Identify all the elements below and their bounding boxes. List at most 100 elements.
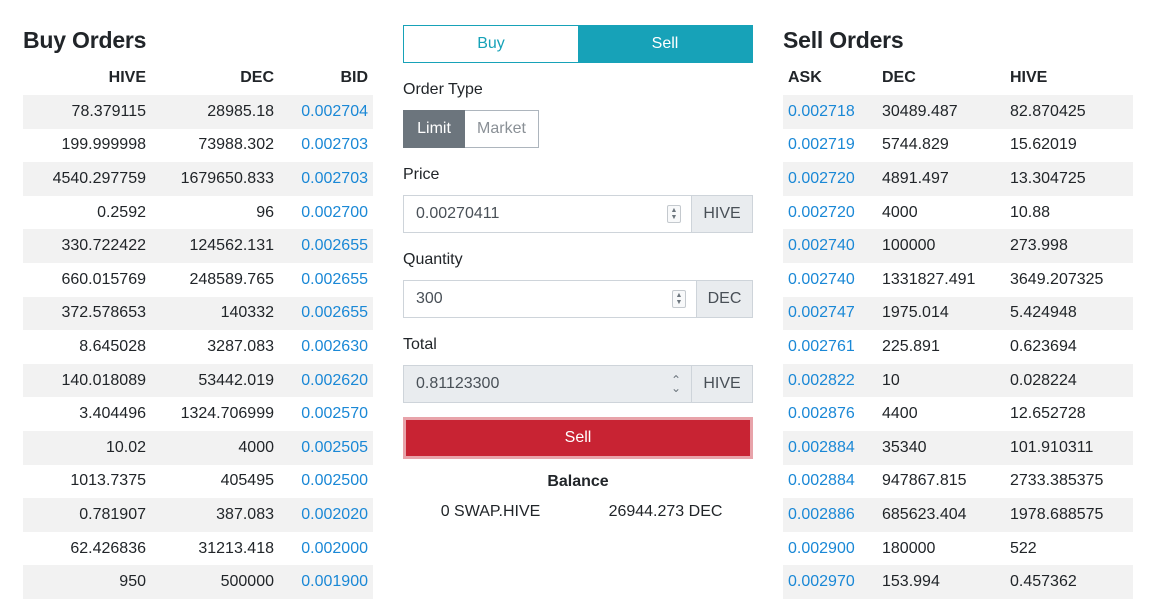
quantity-input[interactable]: 300 ▲ ▼	[403, 280, 696, 318]
price-link[interactable]: 0.002703	[279, 162, 373, 196]
price-link[interactable]: 0.002655	[279, 263, 373, 297]
table-row: 0.781907 387.083 0.002020	[23, 498, 373, 532]
limit-button[interactable]: Limit	[403, 110, 465, 148]
table-cell: 153.994	[877, 565, 1005, 599]
price-value: 0.00270411	[416, 205, 500, 222]
table-cell: 2733.385375	[1010, 472, 1104, 490]
price-link[interactable]: 0.002655	[279, 296, 373, 331]
price-unit: HIVE	[691, 195, 753, 233]
price-link[interactable]: 0.002704	[279, 95, 373, 129]
sell-orders-header-row: ASK DEC HIVE	[783, 61, 1133, 95]
table-row: 0.002822 10 0.028224	[783, 363, 1133, 398]
table-cell: 13.304725	[1005, 162, 1133, 196]
table-cell: 62.426836	[70, 539, 146, 557]
table-cell: 387.083	[151, 498, 279, 532]
spinner-icon: ⌃ ⌄	[670, 373, 681, 395]
balance-dec: 26944.273 DEC	[608, 503, 723, 520]
table-cell: 5744.829	[882, 136, 949, 154]
price-link[interactable]: 0.002747	[783, 296, 877, 331]
price-link[interactable]: 0.002720	[783, 196, 877, 230]
price-link[interactable]: 0.002505	[279, 430, 373, 465]
price-link[interactable]: 0.002970	[783, 565, 877, 599]
table-row: 0.002740 1331827.491 3649.207325	[783, 263, 1133, 297]
table-cell: 30489.487	[877, 95, 1005, 129]
order-type-label: Order Type	[403, 81, 483, 98]
total-unit: HIVE	[691, 365, 753, 403]
price-link[interactable]: 0.002884	[783, 465, 877, 499]
table-row: 0.002884 947867.815 2733.385375	[783, 465, 1133, 499]
table-row: 1013.7375 405495 0.002500	[23, 465, 373, 499]
order-type-toggle: Limit Market	[403, 110, 539, 148]
table-cell: 685623.404	[877, 498, 1005, 532]
table-cell: 947867.815	[882, 472, 967, 490]
table-cell: 3287.083	[207, 337, 274, 355]
buy-tab[interactable]: Buy	[404, 26, 578, 62]
table-row: 78.379115 28985.18 0.002704	[23, 95, 373, 129]
table-row: 0.002747 1975.014 5.424948	[783, 296, 1133, 331]
table-cell: 4000	[882, 203, 918, 221]
price-link[interactable]: 0.002822	[783, 363, 877, 398]
table-row: 0.002876 4400 12.652728	[783, 397, 1133, 431]
table-cell: 1978.688575	[1005, 498, 1133, 532]
price-link[interactable]: 0.002740	[783, 229, 877, 263]
price-label: Price	[403, 166, 440, 183]
price-link[interactable]: 0.002630	[279, 330, 373, 364]
price-link[interactable]: 0.002620	[279, 363, 373, 398]
price-link[interactable]: 0.002884	[783, 430, 877, 465]
sell-tab[interactable]: Sell	[578, 26, 752, 62]
price-link[interactable]: 0.002718	[783, 95, 877, 129]
table-cell: 4540.297759	[23, 162, 151, 196]
table-cell: 4400	[882, 405, 918, 423]
price-link[interactable]: 0.002876	[783, 397, 877, 431]
table-cell: 4891.497	[877, 162, 1005, 196]
price-link[interactable]: 0.002720	[783, 162, 877, 196]
table-cell: 12.652728	[1010, 405, 1086, 423]
table-row: 372.578653 140332 0.002655	[23, 296, 373, 331]
spinner-icon[interactable]: ▲ ▼	[672, 290, 686, 308]
price-link[interactable]: 0.001900	[279, 565, 373, 599]
sell-header-dec: DEC	[882, 69, 916, 86]
total-input-group: 0.81123300 ⌃ ⌄ HIVE	[403, 365, 753, 403]
table-row: 0.002740 100000 273.998	[783, 229, 1133, 263]
price-link[interactable]: 0.002886	[783, 498, 877, 532]
price-link[interactable]: 0.002500	[279, 465, 373, 499]
total-label: Total	[403, 336, 437, 353]
buy-header-dec: DEC	[240, 69, 274, 86]
quantity-input-group: 300 ▲ ▼ DEC	[403, 280, 753, 318]
price-link[interactable]: 0.002020	[279, 498, 373, 532]
table-cell: 1975.014	[877, 296, 1005, 331]
table-cell: 199.999998	[61, 136, 146, 154]
price-link[interactable]: 0.002703	[279, 129, 373, 163]
price-link[interactable]: 0.002761	[783, 330, 877, 364]
table-cell: 1679650.833	[151, 162, 279, 196]
table-cell: 1324.706999	[180, 405, 274, 423]
spinner-icon[interactable]: ▲ ▼	[667, 205, 681, 223]
table-cell: 1013.7375	[70, 472, 146, 490]
table-cell: 8.645028	[79, 337, 146, 355]
balance-title: Balance	[547, 473, 609, 490]
price-link[interactable]: 0.002719	[783, 129, 877, 163]
price-link[interactable]: 0.002740	[783, 263, 877, 297]
table-cell: 140332	[151, 296, 279, 331]
quantity-label: Quantity	[403, 251, 463, 268]
table-cell: 0.028224	[1005, 363, 1133, 398]
table-cell: 660.015769	[61, 270, 146, 288]
sell-header-ask: ASK	[788, 69, 822, 86]
price-input[interactable]: 0.00270411 ▲ ▼	[403, 195, 691, 233]
price-link[interactable]: 0.002700	[279, 196, 373, 230]
table-cell: 82.870425	[1005, 95, 1133, 129]
table-row: 0.002900 180000 522	[783, 532, 1133, 566]
table-cell: 35340	[877, 430, 1005, 465]
price-link[interactable]: 0.002570	[279, 397, 373, 431]
price-link[interactable]: 0.002900	[783, 532, 877, 566]
table-cell: 0.2592	[97, 203, 146, 221]
price-input-group: 0.00270411 ▲ ▼ HIVE	[403, 195, 753, 233]
market-button[interactable]: Market	[465, 110, 539, 148]
price-link[interactable]: 0.002000	[279, 532, 373, 566]
sell-submit-button[interactable]: Sell	[403, 417, 753, 459]
price-link[interactable]: 0.002655	[279, 229, 373, 263]
buy-orders-table: HIVE DEC BID 78.379115 28985.18 0.002704 19…	[23, 61, 373, 599]
table-cell: 101.910311	[1005, 430, 1133, 465]
table-cell: 96	[256, 203, 274, 221]
side-toggle: Buy Sell	[403, 25, 753, 63]
